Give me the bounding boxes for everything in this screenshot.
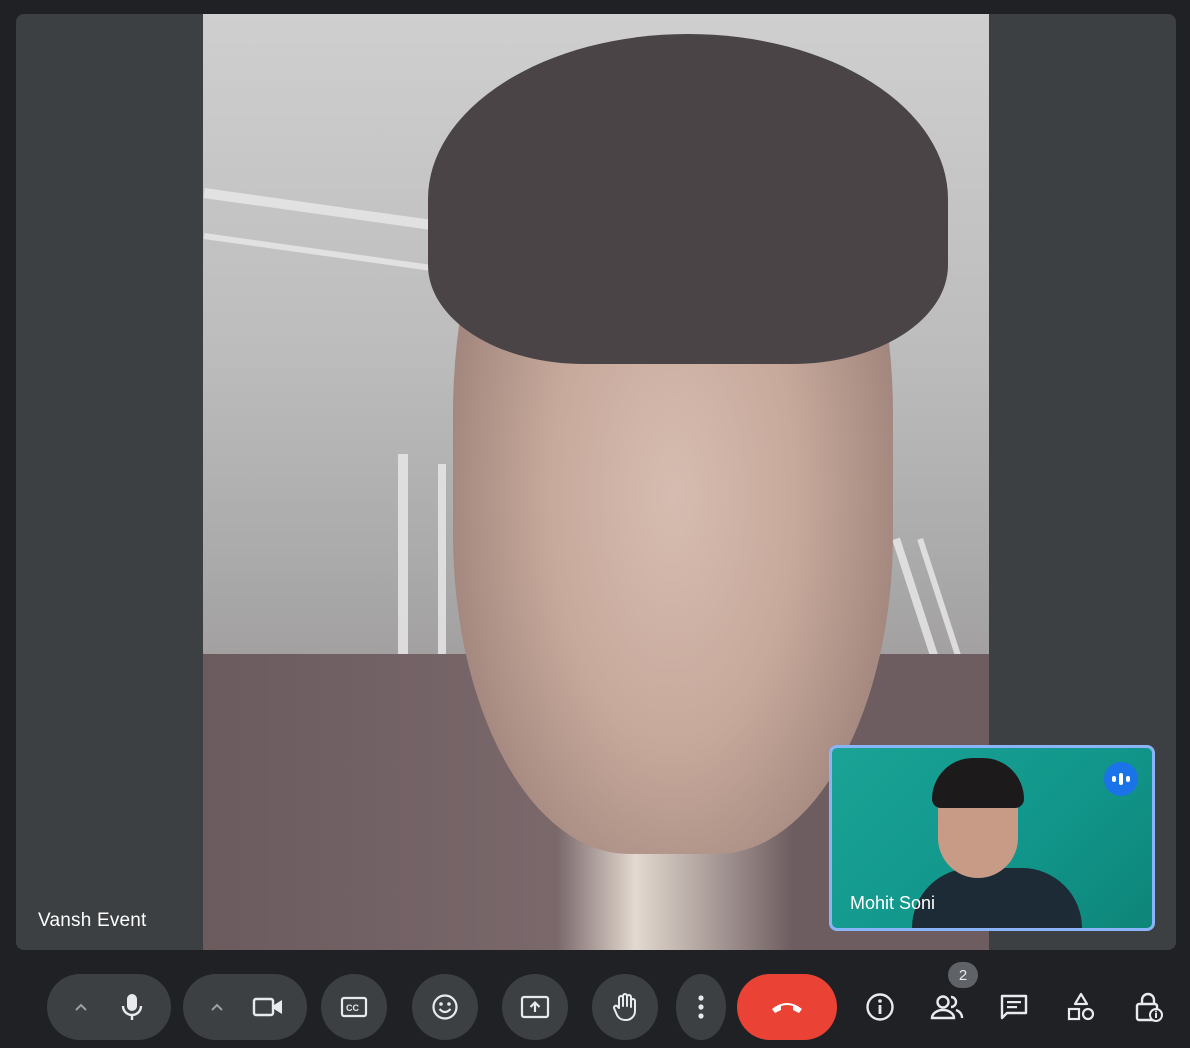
camera-icon — [252, 997, 282, 1017]
captions-icon: CC — [340, 996, 368, 1018]
self-view-name: Mohit Soni — [850, 893, 936, 913]
chevron-up-icon — [75, 1003, 87, 1011]
participant-hair — [428, 34, 948, 364]
chevron-up-icon — [211, 1003, 223, 1011]
microphone-icon — [121, 994, 143, 1020]
background-stripe — [203, 188, 433, 230]
svg-text:CC: CC — [346, 1003, 359, 1013]
host-controls-button[interactable] — [1124, 974, 1174, 1040]
audio-options-button[interactable] — [63, 974, 99, 1040]
info-icon — [866, 993, 894, 1021]
present-screen-button[interactable] — [502, 974, 568, 1040]
background-stripe — [203, 233, 433, 271]
audio-level-icon — [1104, 762, 1138, 796]
self-view-tile[interactable]: Mohit Soni — [829, 745, 1155, 931]
emoji-reactions-button[interactable] — [412, 974, 478, 1040]
background-stripe — [398, 454, 408, 654]
chat-button[interactable] — [989, 974, 1039, 1040]
self-avatar-body — [912, 868, 1082, 928]
camera-button[interactable] — [235, 974, 301, 1040]
present-screen-icon — [520, 995, 550, 1019]
more-options-button[interactable] — [676, 974, 726, 1040]
video-options-button[interactable] — [199, 974, 235, 1040]
end-call-button[interactable] — [737, 974, 837, 1040]
meeting-details-button[interactable] — [855, 974, 905, 1040]
more-options-icon — [698, 995, 704, 1019]
raise-hand-button[interactable] — [592, 974, 658, 1040]
activities-icon — [1067, 992, 1095, 1021]
activities-button[interactable] — [1056, 974, 1106, 1040]
main-participant-name: Vansh Event — [38, 910, 147, 931]
meeting-toolbar: CC — [0, 950, 1190, 1048]
end-call-icon — [772, 1003, 802, 1013]
microphone-control-group — [47, 974, 171, 1040]
raise-hand-icon — [613, 993, 636, 1021]
participant-count-badge: 2 — [948, 962, 978, 988]
host-controls-icon — [1135, 992, 1163, 1022]
chat-icon — [1000, 994, 1028, 1020]
camera-control-group — [183, 974, 307, 1040]
microphone-button[interactable] — [99, 974, 165, 1040]
emoji-icon — [432, 994, 458, 1020]
people-icon — [930, 995, 964, 1020]
self-avatar-hair — [932, 758, 1024, 808]
background-stripe — [438, 464, 446, 654]
captions-button[interactable]: CC — [321, 974, 387, 1040]
